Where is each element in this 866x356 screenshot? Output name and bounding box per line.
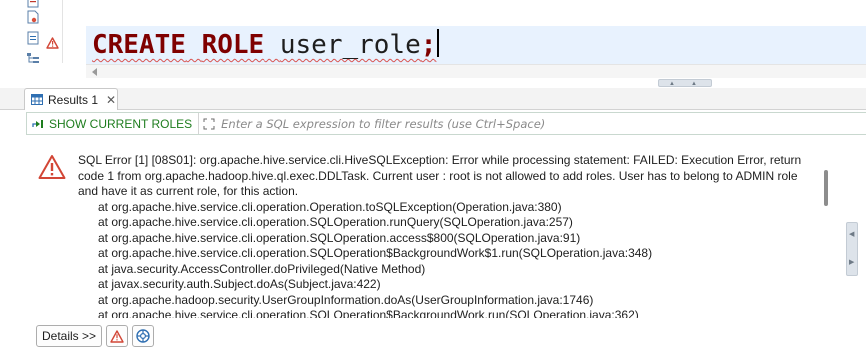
results-tabbar: Results 1 ✕ [0, 88, 866, 110]
stack-trace-line: at org.apache.hive.service.cli.operation… [98, 199, 562, 214]
script-icon[interactable] [26, 10, 40, 24]
scroll-left-arrow-icon[interactable] [92, 68, 97, 76]
tab-label: Results 1 [48, 92, 99, 107]
structure-icon[interactable] [26, 52, 40, 66]
stack-trace-line: at org.apache.hive.service.cli.operation… [98, 230, 581, 245]
keyword-create: CREATE [92, 30, 186, 60]
stack-trace-line: at org.apache.hive.service.cli.operation… [98, 215, 573, 229]
close-icon[interactable]: ✕ [106, 93, 116, 107]
editor-horizontal-scrollbar[interactable] [86, 64, 866, 78]
expand-icon[interactable] [203, 118, 215, 130]
code-line[interactable]: CREATE ROLE user_role; [92, 26, 440, 64]
show-current-roles-label: SHOW CURRENT ROLES [49, 116, 193, 131]
tab-results-1[interactable]: Results 1 ✕ [24, 88, 118, 110]
warning-marker-icon[interactable] [46, 37, 59, 49]
filter-placeholder: Enter a SQL expression to filter results… [221, 116, 546, 131]
details-button[interactable]: Details >> [36, 325, 102, 347]
side-panel-sash[interactable]: ◀ ▶ [846, 222, 858, 276]
run-query-icon [32, 119, 43, 128]
error-warning-icon [38, 155, 66, 179]
show-error-log-button[interactable] [106, 325, 128, 347]
error-message[interactable]: SQL Error [1] [08S01]: org.apache.hive.s… [78, 153, 818, 318]
error-actions-bar: Details >> [26, 322, 846, 352]
stack-trace-line: at java.security.AccessController.doPriv… [98, 261, 426, 276]
help-button[interactable] [132, 325, 154, 347]
stack-trace-line: at org.apache.hive.service.cli.operation… [98, 308, 639, 318]
grid-table-icon [31, 94, 43, 105]
lifebuoy-help-icon [136, 329, 150, 343]
sash-right-icon: ▶ [849, 259, 855, 266]
statement-semicolon: ; [420, 30, 437, 60]
results-toolbar: SHOW CURRENT ROLES Enter a SQL expressio… [26, 112, 866, 135]
panel-maximize-sash[interactable]: ▲ ▲ [658, 79, 712, 87]
scrollbar-thumb[interactable] [824, 170, 828, 206]
error-vertical-scrollbar[interactable] [822, 152, 830, 312]
sash-left-icon: ◀ [849, 231, 855, 238]
filter-expression-input[interactable]: Enter a SQL expression to filter results… [199, 117, 545, 131]
warning-icon [110, 329, 124, 343]
text-caret [437, 29, 440, 57]
sash-down-icon: ▲ [691, 81, 697, 87]
outline-icon[interactable] [26, 31, 40, 45]
sash-up-icon: ▲ [669, 81, 675, 87]
show-current-roles-button[interactable]: SHOW CURRENT ROLES [27, 113, 200, 134]
keyword-role: ROLE [201, 30, 265, 60]
identifier-user-role: user_role [279, 30, 421, 60]
editor-gutter [0, 0, 62, 63]
error-summary: SQL Error [1] [08S01]: org.apache.hive.s… [78, 153, 802, 198]
sql-file-icon[interactable] [26, 0, 40, 8]
stack-trace-line: at org.apache.hive.service.cli.operation… [98, 246, 653, 260]
stack-trace-line: at org.apache.hadoop.security.UserGroupI… [98, 292, 594, 307]
error-panel: SQL Error [1] [08S01]: org.apache.hive.s… [26, 146, 842, 318]
sql-editor[interactable]: CREATE ROLE user_role; [0, 0, 866, 80]
gutter-separator [62, 0, 63, 63]
stack-trace-line: at javax.security.auth.Subject.doAs(Subj… [98, 277, 381, 291]
